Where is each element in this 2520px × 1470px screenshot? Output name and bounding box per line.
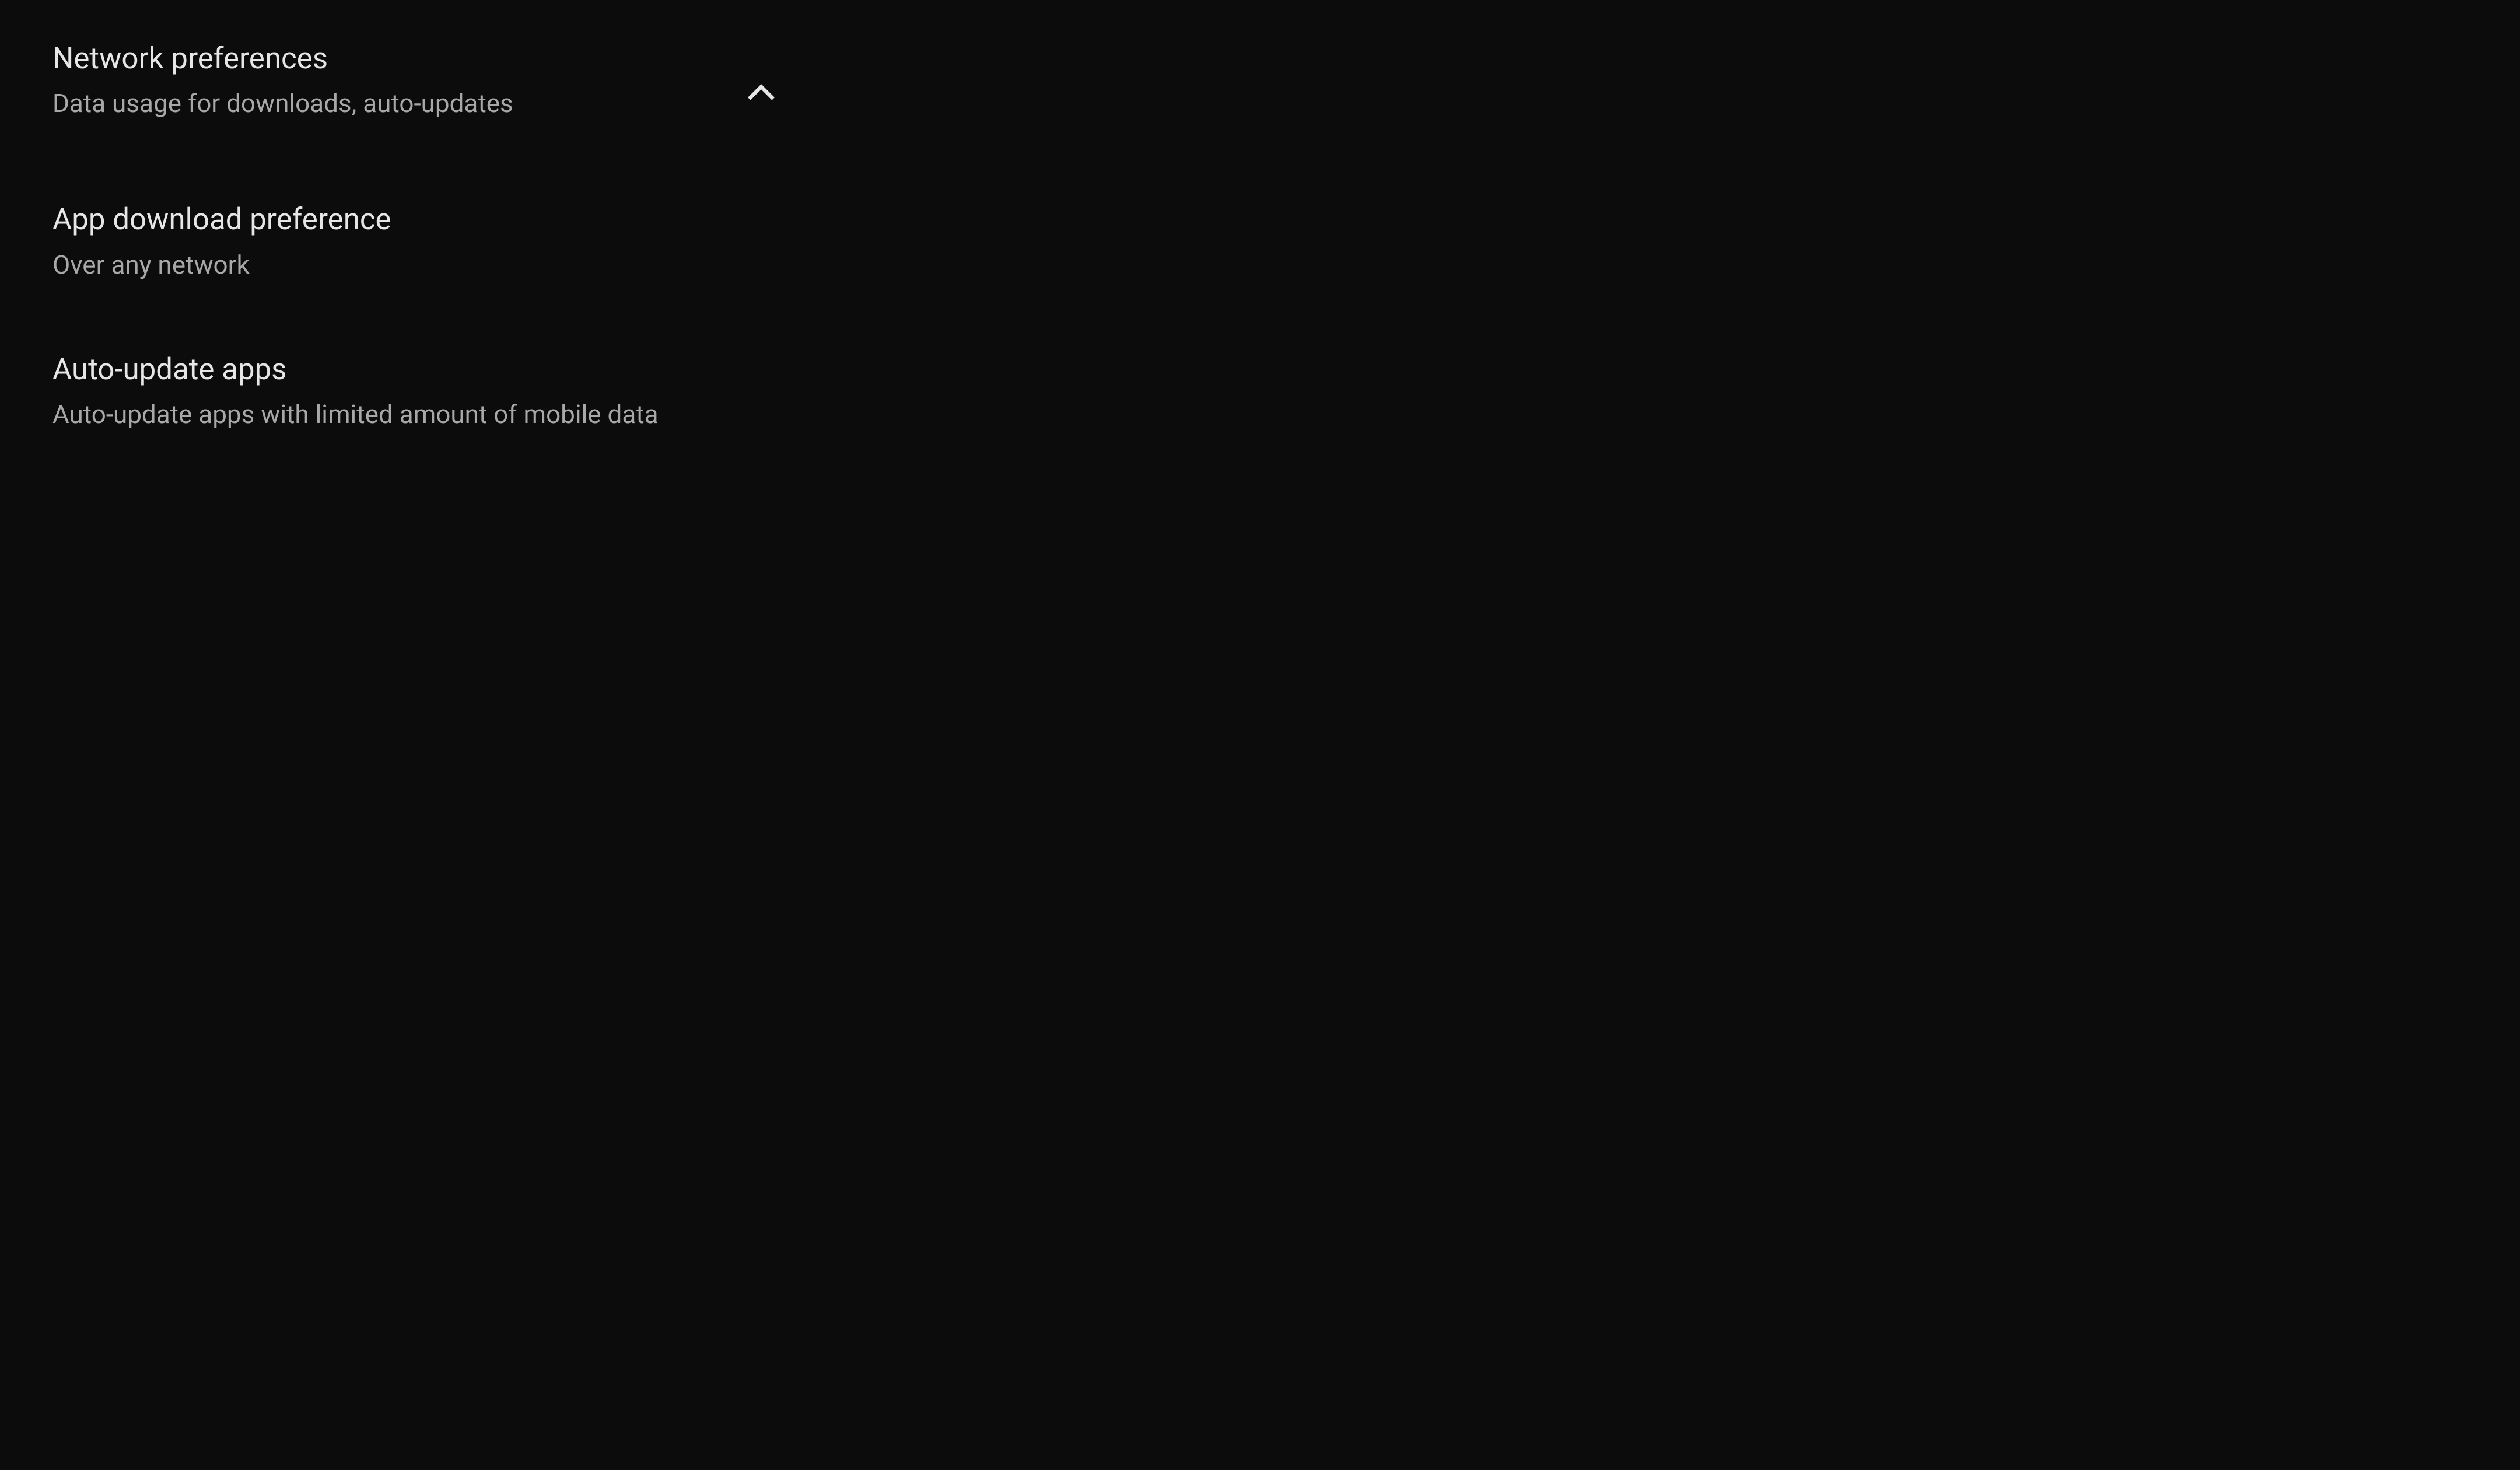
section-subtitle: Data usage for downloads, auto-updates	[52, 87, 743, 120]
section-title: Network preferences	[52, 41, 743, 76]
auto-update-apps-item[interactable]: Auto-update apps Auto-update apps with l…	[52, 317, 788, 466]
setting-title: Auto-update apps	[52, 352, 788, 387]
setting-value: Auto-update apps with limited amount of …	[52, 398, 788, 431]
setting-title: App download preference	[52, 202, 788, 237]
setting-value: Over any network	[52, 249, 788, 282]
settings-container: Network preferences Data usage for downl…	[0, 0, 840, 466]
app-download-preference-item[interactable]: App download preference Over any network	[52, 167, 788, 316]
chevron-up-icon	[743, 75, 779, 111]
section-header-text: Network preferences Data usage for downl…	[52, 41, 743, 120]
network-preferences-header[interactable]: Network preferences Data usage for downl…	[52, 41, 788, 167]
